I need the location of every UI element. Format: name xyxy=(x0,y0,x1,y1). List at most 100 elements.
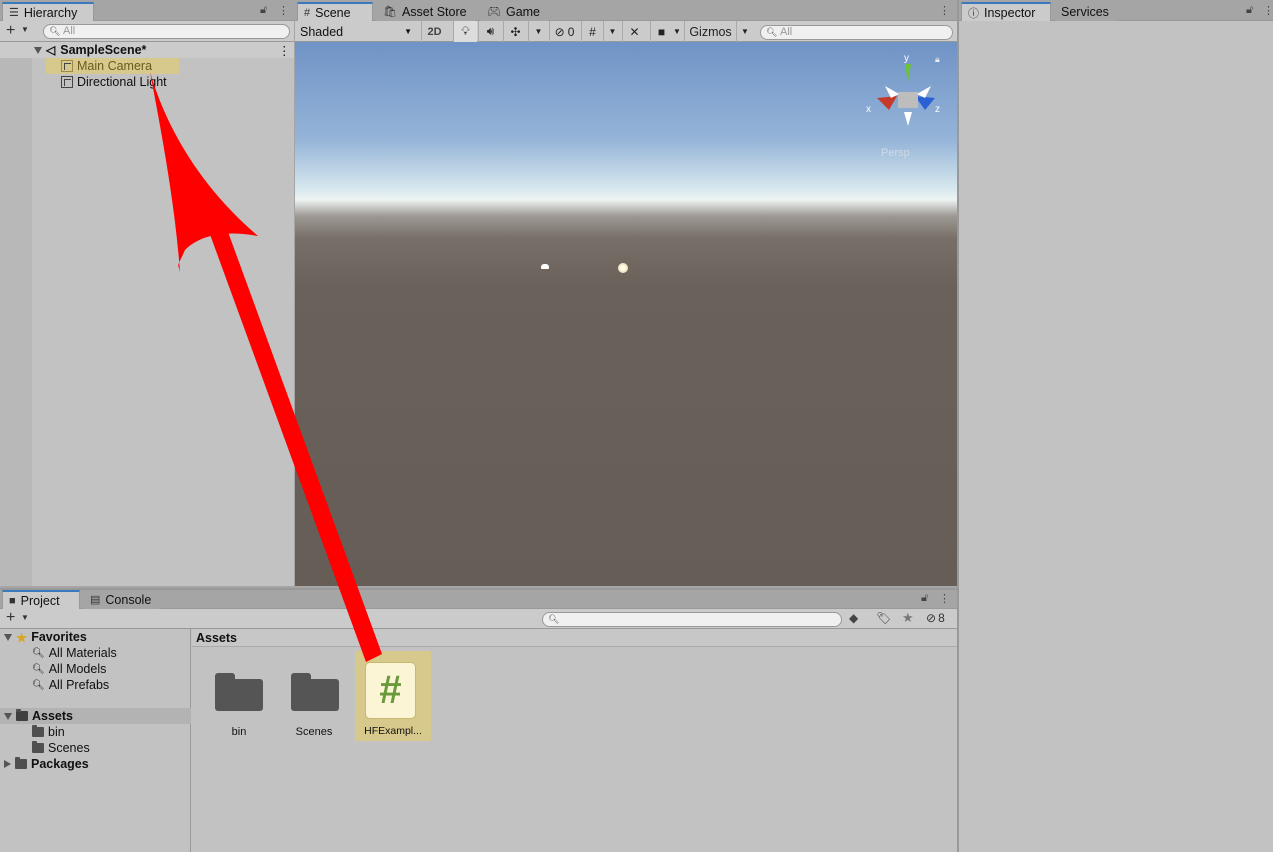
search-icon: 🔍︎ xyxy=(49,26,61,36)
folder-icon xyxy=(32,725,44,737)
expand-arrow-icon[interactable] xyxy=(4,712,12,720)
tab-project[interactable]: ■ Project xyxy=(2,590,80,609)
y-axis-cone[interactable] xyxy=(905,64,911,82)
2d-toggle-button[interactable]: 2D xyxy=(421,21,447,42)
gizmos-button[interactable]: Gizmos xyxy=(684,21,736,42)
lighting-toggle-icon[interactable]: 💡︎ xyxy=(453,21,477,42)
tree-folder-bin[interactable]: bin xyxy=(32,724,65,740)
camera-gizmo-icon[interactable] xyxy=(541,264,549,269)
favorites-row[interactable]: ★ Favorites xyxy=(4,629,87,645)
assets-row[interactable]: Assets xyxy=(0,708,191,724)
scene-tabbar: # Scene 🛍︎ Asset Store 🎮︎ Game ⋮ xyxy=(295,0,957,21)
grid-folder-scenes-label[interactable]: Scenes xyxy=(284,726,344,738)
scene-search-input[interactable]: 🔍︎ All xyxy=(760,25,953,40)
tab-label: Project xyxy=(20,593,60,608)
tab-label: Services xyxy=(1061,4,1109,19)
favorite-item-all-materials[interactable]: 🔍︎ All Materials xyxy=(32,645,117,661)
effects-dropdown-chevron-icon[interactable]: ▼ xyxy=(528,21,548,42)
info-icon: ⓘ xyxy=(968,7,979,20)
shading-mode-dropdown[interactable]: Shaded ▼ xyxy=(295,21,416,42)
lock-icon[interactable]: 🔓︎ xyxy=(1246,4,1253,17)
collapse-arrow-icon[interactable] xyxy=(4,760,11,768)
persp-label[interactable]: Persp xyxy=(881,147,910,159)
gizmo-lock-icon[interactable]: 🔒︎ xyxy=(935,54,940,65)
shopping-bag-icon: 🛍︎ xyxy=(383,6,397,18)
lock-icon[interactable]: 🔓︎ xyxy=(260,4,267,17)
lock-icon[interactable]: 🔓︎ xyxy=(921,592,928,605)
scene-root-row[interactable]: ◁ SampleScene* ⋮ xyxy=(0,42,294,58)
expand-arrow-icon[interactable] xyxy=(4,633,12,641)
favorite-item-all-prefabs[interactable]: 🔍︎ All Prefabs xyxy=(32,677,109,693)
favorite-item-all-models[interactable]: 🔍︎ All Models xyxy=(32,661,106,677)
project-search-input[interactable]: 🔍︎ xyxy=(542,612,842,627)
tab-label: Asset Store xyxy=(401,4,467,19)
camera-dropdown-chevron-icon[interactable]: ▼ xyxy=(671,21,683,42)
hidden-packages-toggle[interactable]: ⊘ 8 xyxy=(926,611,945,625)
gamepad-icon: 🎮︎ xyxy=(487,6,501,18)
hierarchy-gutter xyxy=(0,42,32,586)
add-icon[interactable]: + xyxy=(6,22,15,40)
grid-folder-bin[interactable] xyxy=(215,671,263,711)
search-icon: 🔍︎ xyxy=(548,614,560,624)
orientation-gizmo[interactable]: y x z Persp xyxy=(863,50,953,160)
expand-arrow-icon[interactable] xyxy=(34,46,42,54)
hierarchy-panel: ☰ Hierarchy 🔓︎ ⋮ + ▼ 🔍︎ All ◁ SampleScen… xyxy=(0,0,294,586)
hidden-objects-toggle[interactable]: ⊘ 0 xyxy=(549,21,579,42)
grid-dropdown-chevron-icon[interactable]: ▼ xyxy=(603,21,621,42)
neg-z-cone[interactable] xyxy=(917,86,931,98)
more-menu-icon[interactable]: ⋮ xyxy=(939,592,950,605)
grid-snap-icon[interactable]: # xyxy=(581,21,603,42)
neg-x-cone[interactable] xyxy=(885,86,899,98)
chevron-down-icon[interactable]: ▼ xyxy=(21,613,29,622)
search-icon: 🔍︎ xyxy=(32,663,45,675)
camera-icon[interactable]: ■ xyxy=(650,21,672,42)
scene-menu-icon[interactable]: ⋮ xyxy=(278,43,291,58)
effects-toggle-icon[interactable]: ✣ xyxy=(503,21,527,42)
project-toolbar: + ▼ 🔍︎ ◆ 🏷︎ ★ ⊘ 8 xyxy=(0,609,957,629)
tools-icon[interactable]: ✕ xyxy=(622,21,646,42)
tab-inspector[interactable]: ⓘ Inspector xyxy=(961,2,1051,21)
item-label: All Models xyxy=(48,662,107,676)
tab-game[interactable]: 🎮︎ Game xyxy=(481,2,549,21)
search-by-type-icon[interactable]: ◆ xyxy=(849,611,858,625)
item-label: Directional Light xyxy=(77,75,167,89)
favorite-star-icon[interactable]: ★ xyxy=(902,610,914,626)
tab-asset-store[interactable]: 🛍︎ Asset Store xyxy=(377,2,475,21)
tab-services[interactable]: Services xyxy=(1055,2,1117,21)
project-panel: ■ Project ▤ Console 🔓︎ ⋮ + ▼ 🔍︎ ◆ 🏷︎ ★ ⊘… xyxy=(0,588,957,852)
more-menu-icon[interactable]: ⋮ xyxy=(1263,4,1273,17)
search-by-label-icon[interactable]: 🏷︎ xyxy=(876,611,891,625)
scene-viewport[interactable]: y x z Persp 🔒︎ xyxy=(295,42,957,586)
gizmos-dropdown-chevron-icon[interactable]: ▼ xyxy=(736,21,753,42)
breadcrumb-assets[interactable]: Assets xyxy=(196,631,237,645)
x-axis-cone[interactable] xyxy=(877,96,897,110)
hierarchy-search-input[interactable]: 🔍︎ All xyxy=(43,24,290,39)
neg-y-cone[interactable] xyxy=(904,112,912,126)
tab-console[interactable]: ▤ Console xyxy=(84,590,160,609)
tab-scene[interactable]: # Scene xyxy=(297,2,373,21)
grid-asset-script-selected[interactable]: # HFExampl... xyxy=(355,651,431,741)
more-menu-icon[interactable]: ⋮ xyxy=(278,4,289,17)
folder-icon xyxy=(15,757,27,769)
hierarchy-item-main-camera[interactable]: Main Camera xyxy=(46,58,179,74)
packages-row[interactable]: Packages xyxy=(4,756,89,772)
light-gizmo-icon[interactable] xyxy=(618,263,628,273)
hierarchy-tabbar: ☰ Hierarchy 🔓︎ ⋮ xyxy=(0,0,294,21)
more-menu-icon[interactable]: ⋮ xyxy=(939,4,950,17)
grid-folder-bin-label[interactable]: bin xyxy=(209,726,269,738)
star-icon: ★ xyxy=(16,630,28,645)
scene-panel: # Scene 🛍︎ Asset Store 🎮︎ Game ⋮ Shaded … xyxy=(295,0,957,586)
chevron-down-icon[interactable]: ▼ xyxy=(21,25,29,34)
hidden-count: 0 xyxy=(567,24,575,39)
eye-slash-icon: ⊘ xyxy=(554,24,565,39)
scene-name: SampleScene* xyxy=(60,43,147,57)
tab-hierarchy[interactable]: ☰ Hierarchy xyxy=(2,2,94,21)
grid-folder-scenes[interactable] xyxy=(291,671,339,711)
gizmo-center-cube[interactable] xyxy=(898,92,918,108)
audio-toggle-icon[interactable]: 🔊︎ xyxy=(478,21,502,42)
hierarchy-toolbar: + ▼ 🔍︎ All xyxy=(0,21,294,42)
item-label: All Prefabs xyxy=(48,678,110,692)
hierarchy-item-directional-light[interactable]: Directional Light xyxy=(46,74,167,90)
tree-folder-scenes[interactable]: Scenes xyxy=(32,740,90,756)
add-icon[interactable]: + xyxy=(6,609,15,627)
